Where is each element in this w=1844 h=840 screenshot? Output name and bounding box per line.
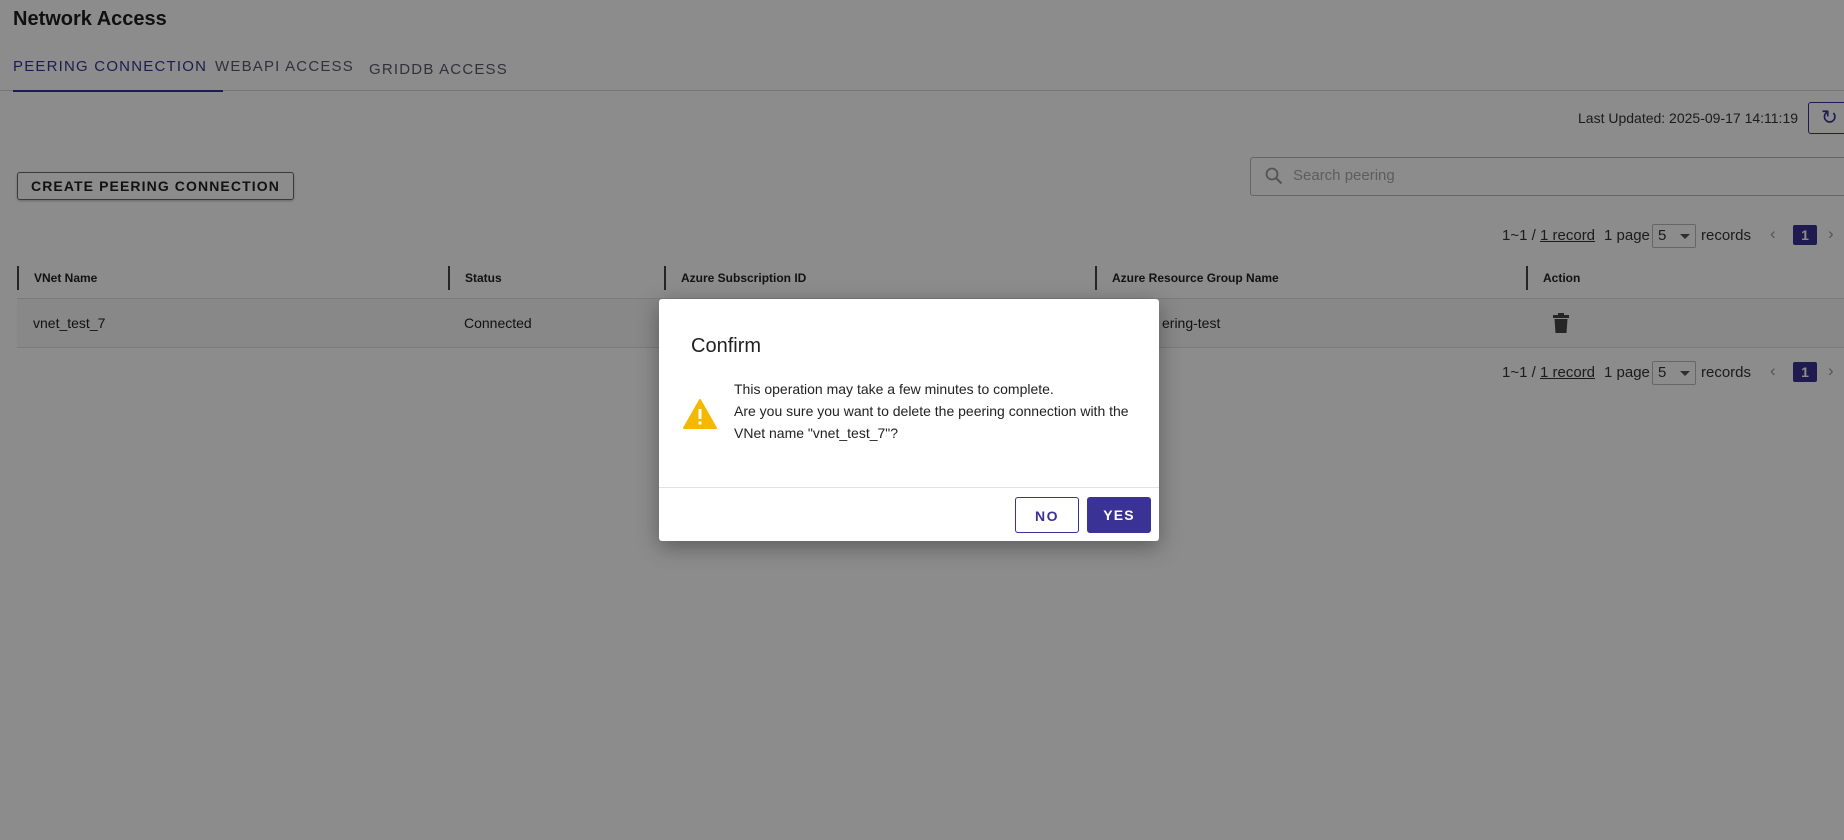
dialog-message-line: This operation may take a few minutes to… [734,381,1054,397]
warning-icon [683,399,717,434]
dialog-divider [659,487,1159,488]
yes-button[interactable]: YES [1087,497,1151,533]
dialog-message: This operation may take a few minutes to… [734,378,1134,444]
no-button[interactable]: NO [1015,497,1079,533]
confirm-dialog: Confirm This operation may take a few mi… [659,299,1159,541]
dialog-title: Confirm [691,335,762,357]
dialog-message-line: Are you sure you want to delete the peer… [734,403,1133,441]
